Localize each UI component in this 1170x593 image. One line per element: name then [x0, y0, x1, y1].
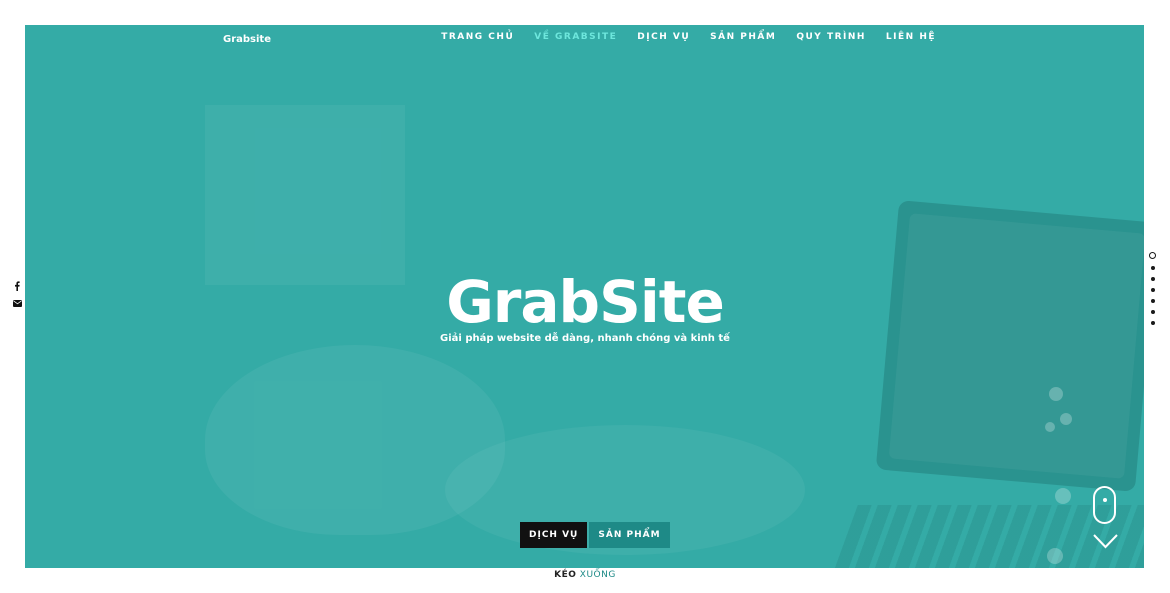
section-dot[interactable]: [1149, 252, 1156, 259]
bokeh-light: [1060, 413, 1072, 425]
bokeh-light: [1055, 488, 1071, 504]
mouse-scroll-icon[interactable]: [1093, 486, 1116, 524]
nav-item[interactable]: LIÊN HỆ: [886, 32, 936, 42]
hero-subtitle: Giải pháp website dễ dàng, nhanh chóng v…: [440, 333, 730, 344]
scroll-down-link[interactable]: KÉO XUỐNG: [0, 570, 1170, 580]
background-laptop-screen: [888, 213, 1144, 479]
background-window: [205, 105, 405, 285]
background-laptop: [875, 200, 1144, 492]
nav-item[interactable]: DỊCH VỤ: [637, 32, 690, 42]
hero-title: GrabSite: [446, 268, 725, 336]
page-frame: Grabsite TRANG CHỦ VỀ GRABSITE DỊCH VỤ SẢN …: [0, 0, 1170, 593]
services-button[interactable]: DỊCH VỤ: [520, 522, 588, 548]
nav-item[interactable]: QUY TRÌNH: [796, 32, 866, 42]
hero-buttons: DỊCH VỤ SẢN PHẨM: [520, 522, 670, 548]
bokeh-light: [1047, 548, 1063, 564]
brand-logo[interactable]: Grabsite: [223, 34, 271, 45]
main-nav: TRANG CHỦ VỀ GRABSITE DỊCH VỤ SẢN PHẨM QUY T…: [441, 32, 936, 42]
nav-item[interactable]: TRANG CHỦ: [441, 32, 514, 42]
bokeh-light: [1045, 422, 1055, 432]
scroll-label-part1: KÉO: [554, 570, 577, 580]
background-cup: [205, 345, 505, 535]
bokeh-light: [1049, 387, 1063, 401]
mouse-wheel: [1103, 498, 1107, 502]
products-button[interactable]: SẢN PHẨM: [589, 522, 670, 548]
nav-item[interactable]: VỀ GRABSITE: [534, 32, 617, 42]
nav-item[interactable]: SẢN PHẨM: [710, 32, 776, 42]
chevron-down-icon[interactable]: [1093, 534, 1118, 549]
scroll-label-part2: XUỐNG: [579, 570, 616, 580]
